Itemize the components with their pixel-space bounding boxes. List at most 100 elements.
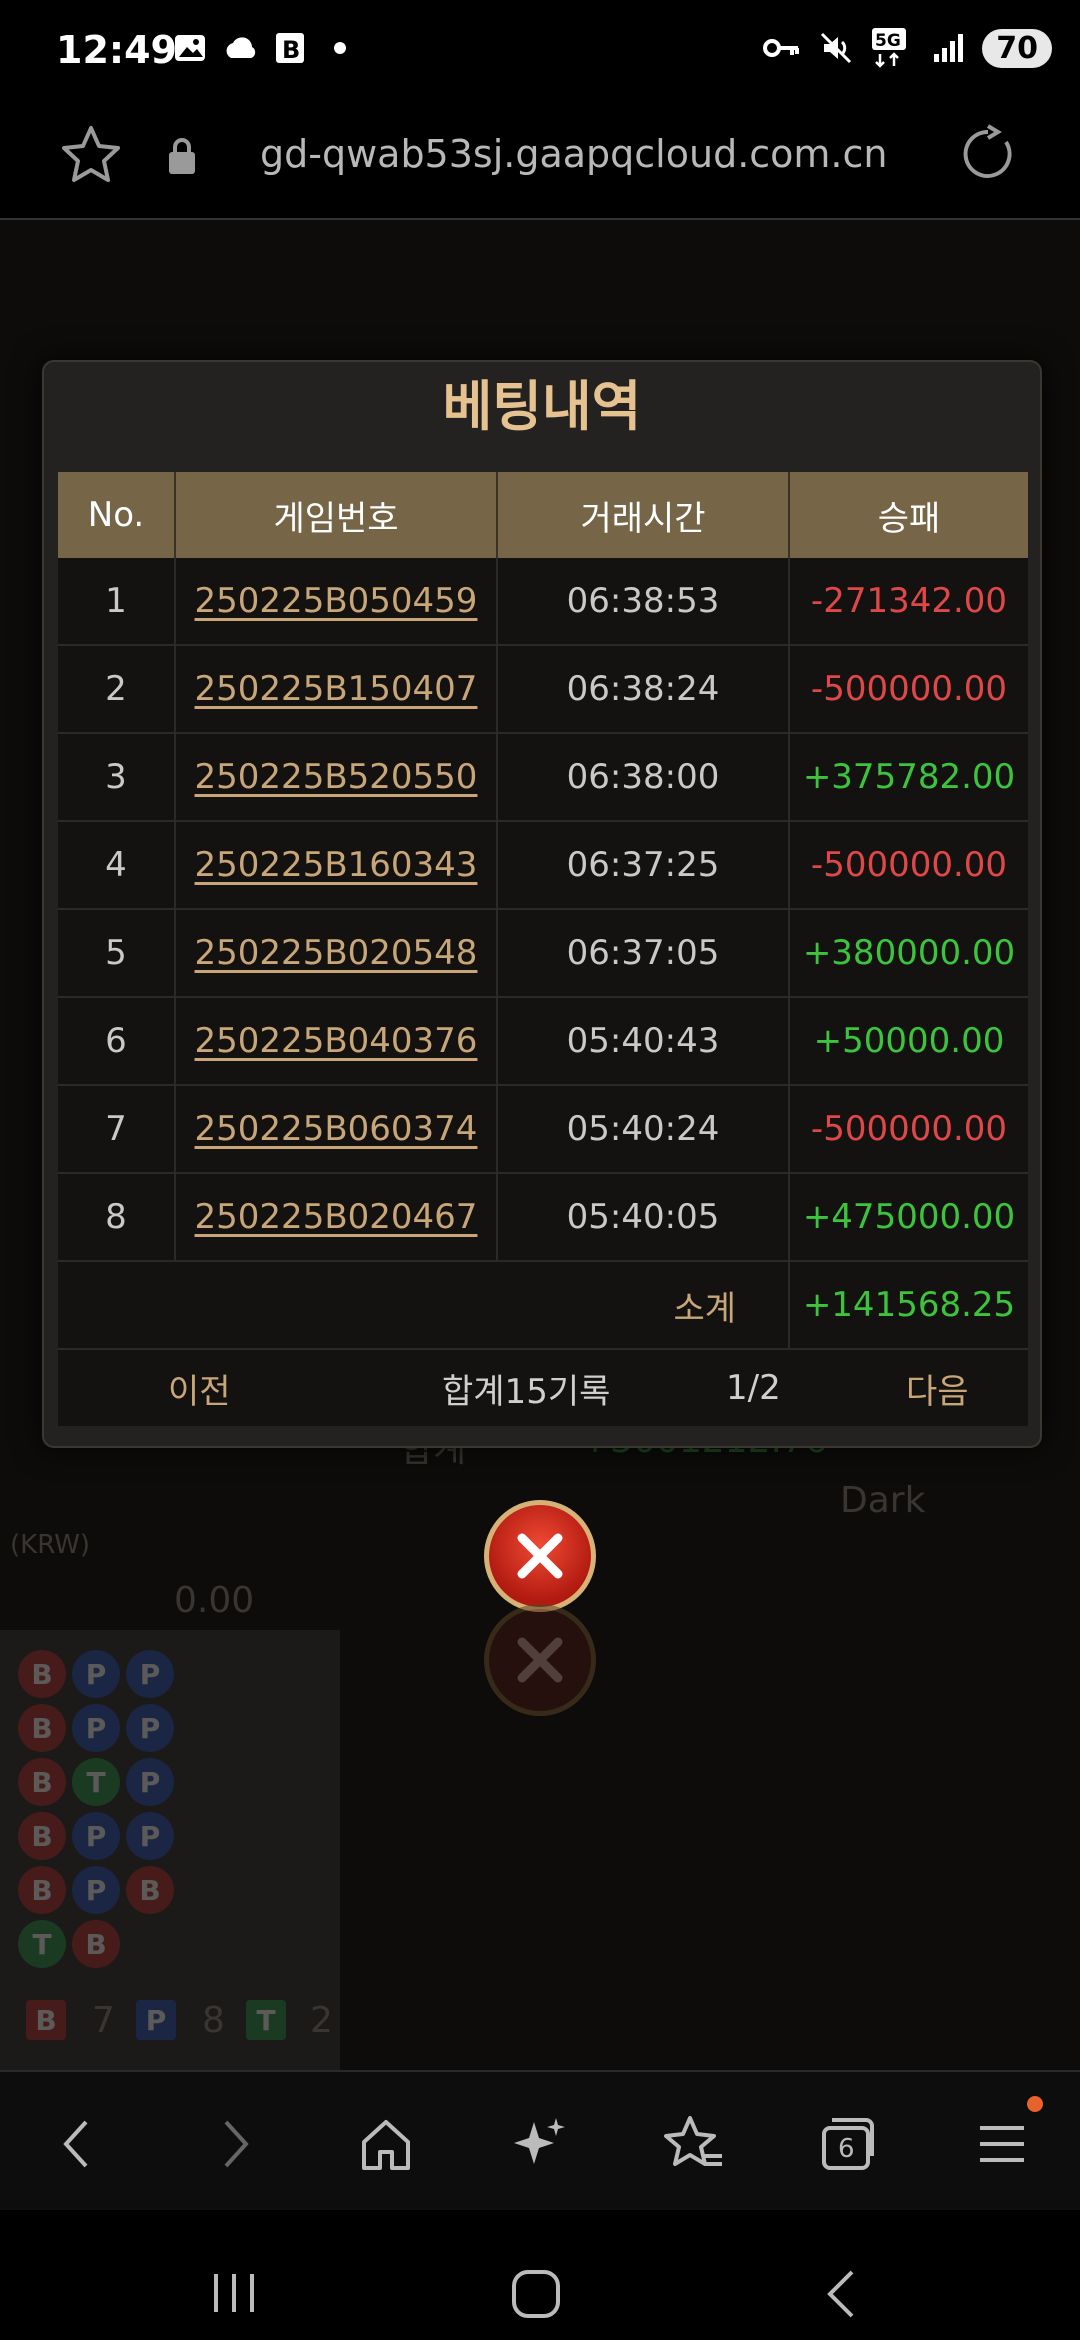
ai-sparkle-icon[interactable] [508, 2112, 572, 2176]
game-number-cell: 250225B020467 [176, 1174, 498, 1260]
table-row: 7 250225B060374 05:40:24 -500000.00 [58, 1086, 1028, 1174]
row-number: 1 [58, 558, 176, 644]
status-notification-icons: B [172, 30, 358, 66]
gallery-icon [175, 35, 205, 61]
row-number: 6 [58, 998, 176, 1084]
game-number-link[interactable]: 250225B160343 [195, 845, 478, 885]
column-header-no: No. [58, 472, 176, 558]
game-number-link[interactable]: 250225B040376 [195, 1021, 478, 1061]
table-row: 1 250225B050459 06:38:53 -271342.00 [58, 558, 1028, 646]
url-text[interactable]: gd-qwab53sj.gaapqcloud.com.cn [260, 132, 887, 176]
total-records: 합계15기록 [442, 1371, 611, 1412]
system-navigation-bar [0, 2210, 1080, 2340]
ghost-currency: (KRW) [10, 1530, 91, 1560]
game-number-cell: 250225B050459 [176, 558, 498, 644]
result-cell: +380000.00 [802, 933, 1016, 973]
game-number-link[interactable]: 250225B150407 [195, 669, 478, 709]
result-cell: +475000.00 [802, 1197, 1016, 1237]
table-row: 3 250225B520550 06:38:00 +375782.00 [58, 734, 1028, 822]
bead-banker: B [18, 1812, 66, 1860]
back-nav-icon[interactable] [818, 2266, 862, 2322]
result-cell: +375782.00 [802, 757, 1016, 797]
tie-count: 2 [310, 2000, 333, 2041]
result-cell: -500000.00 [810, 845, 1008, 885]
pagination: 이전 합계15기록 1/2 다음 [58, 1350, 1028, 1426]
trade-time-cell: 06:38:53 [498, 558, 790, 644]
home-nav-icon[interactable] [508, 2266, 564, 2322]
cloud-icon [226, 37, 256, 58]
bead-player: P [126, 1758, 174, 1806]
table-row: 5 250225B020548 06:37:05 +380000.00 [58, 910, 1028, 998]
back-icon[interactable] [46, 2112, 110, 2176]
trade-time-cell: 05:40:24 [498, 1086, 790, 1172]
bead-banker: B [18, 1758, 66, 1806]
game-number-link[interactable]: 250225B020548 [195, 933, 478, 973]
table-header: No. 게임번호 거래시간 승패 [58, 472, 1028, 558]
game-number-cell: 250225B160343 [176, 822, 498, 908]
battery-icon: 70 [982, 28, 1052, 68]
ghost-dark-label: Dark [840, 1480, 926, 1521]
bead-tie: T [18, 1920, 66, 1968]
prev-page-button[interactable]: 이전 [168, 1364, 231, 1413]
row-number: 8 [58, 1174, 176, 1260]
game-number-link[interactable]: 250225B050459 [195, 581, 478, 621]
banker-count-badge: B [26, 2000, 66, 2040]
player-count-badge: P [136, 2000, 176, 2040]
game-number-cell: 250225B020548 [176, 910, 498, 996]
key-icon [763, 39, 800, 57]
result-cell: +50000.00 [813, 1021, 1005, 1061]
betting-history-table: No. 게임번호 거래시간 승패 1 250225B050459 06:38:53-… [58, 472, 1028, 1426]
tab-count: 6 [838, 2134, 855, 2164]
bead-player: P [126, 1812, 174, 1860]
bead-banker: B [72, 1920, 120, 1968]
trade-time-cell: 06:37:25 [498, 822, 790, 908]
recent-apps-icon[interactable] [208, 2268, 260, 2318]
page-indicator: 1/2 [726, 1368, 781, 1408]
bookmarks-icon[interactable] [662, 2112, 726, 2176]
player-count: 8 [202, 2000, 225, 2041]
bead-banker: B [18, 1866, 66, 1914]
close-icon [517, 1533, 563, 1579]
betting-history-modal: 베팅내역 No. 게임번호 거래시간 승패 1 250225B050459 06:3… [42, 360, 1042, 1448]
bead-player: P [126, 1650, 174, 1698]
reload-icon[interactable] [958, 124, 1018, 184]
network-5g-icon: 5G [872, 28, 907, 68]
table-row: 2 250225B150407 06:38:24 -500000.00 [58, 646, 1028, 734]
subtotal-row: 소계 +141568.25 [58, 1262, 1028, 1350]
bead-banker: B [18, 1650, 66, 1698]
column-header-game-number: 게임번호 [176, 472, 498, 558]
bead-tie: T [72, 1758, 120, 1806]
subtotal-label: 소계 [58, 1262, 790, 1348]
background-bead-road: B P P B P P B T P B P P B P B T B B 7 P … [0, 1630, 340, 2070]
game-number-link[interactable]: 250225B020467 [195, 1197, 478, 1237]
game-number-cell: 250225B520550 [176, 734, 498, 820]
forward-icon[interactable] [202, 2112, 266, 2176]
banker-count: 7 [92, 2000, 115, 2041]
status-time: 12:49 [56, 28, 177, 72]
menu-icon[interactable] [970, 2112, 1034, 2176]
game-number-cell: 250225B060374 [176, 1086, 498, 1172]
signal-icon [934, 34, 964, 62]
bead-player: P [72, 1812, 120, 1860]
browser-url-bar[interactable]: gd-qwab53sj.gaapqcloud.com.cn [0, 100, 1080, 220]
bead-player: P [72, 1866, 120, 1914]
dot-icon [334, 42, 346, 54]
bead-player: P [126, 1704, 174, 1752]
bead-banker: B [18, 1704, 66, 1752]
table-row: 8 250225B020467 05:40:05 +475000.00 [58, 1174, 1028, 1262]
result-cell: -500000.00 [810, 1109, 1008, 1149]
home-icon[interactable] [354, 2112, 418, 2176]
row-number: 3 [58, 734, 176, 820]
bookmark-star-icon[interactable] [58, 124, 124, 184]
next-page-button[interactable]: 다음 [906, 1364, 969, 1413]
tie-count-badge: T [246, 2000, 286, 2040]
status-system-icons: 5G 70 [762, 28, 1052, 68]
close-modal-button[interactable] [484, 1500, 596, 1612]
trade-time-cell: 05:40:43 [498, 998, 790, 1084]
trade-time-cell: 06:38:00 [498, 734, 790, 820]
close-icon [517, 1637, 563, 1683]
game-number-link[interactable]: 250225B060374 [195, 1109, 478, 1149]
game-number-cell: 250225B150407 [176, 646, 498, 732]
game-number-link[interactable]: 250225B520550 [195, 757, 478, 797]
result-cell: -271342.00 [810, 581, 1008, 621]
